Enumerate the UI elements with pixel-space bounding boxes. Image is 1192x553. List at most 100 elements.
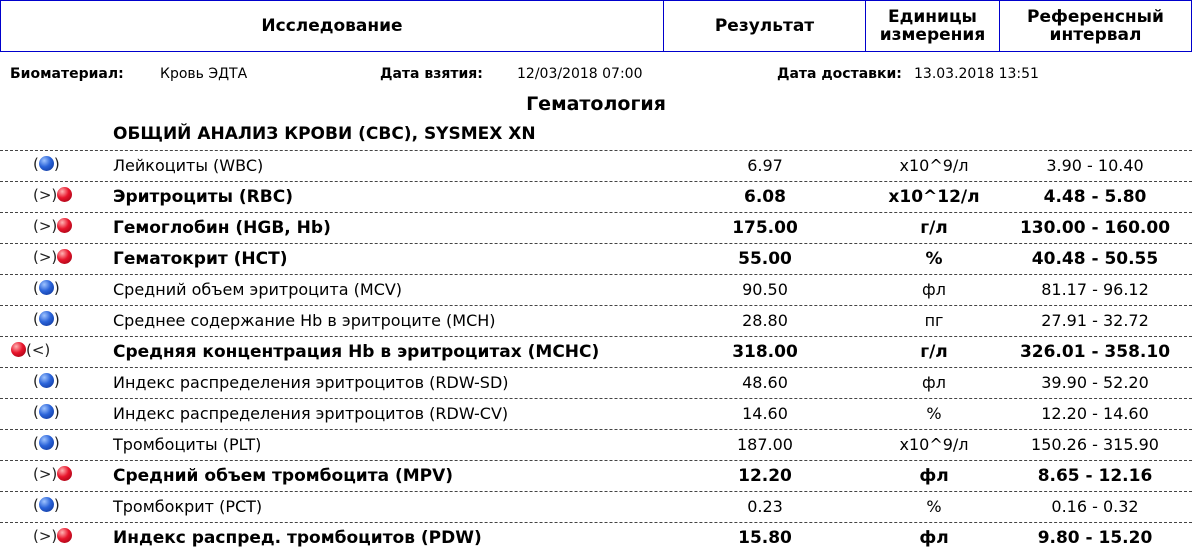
unit-value: г/л	[920, 218, 948, 238]
flag-indicator: ()	[33, 310, 109, 332]
analyte-name: Средняя концентрация Hb в эритроцитах (M…	[113, 342, 600, 362]
table-row: (>) Гемоглобин (HGB, Hb) 175.00 г/л 130.00 -…	[0, 212, 1192, 243]
unit-value: %	[926, 497, 942, 516]
biomaterial-label: Биоматериал:	[10, 66, 124, 82]
flag-marker: )	[53, 310, 60, 328]
reference-range: 326.01 - 358.10	[1019, 342, 1171, 362]
unit-value: фл	[919, 528, 949, 548]
result-value: 187.00	[737, 435, 793, 454]
table-row: () Индекс распределения эритроцитов (RDW-…	[0, 398, 1192, 429]
flag-marker: (	[33, 155, 39, 173]
reference-range: 12.20 - 14.60	[1041, 404, 1149, 423]
reference-range: 150.26 - 315.90	[1031, 435, 1159, 454]
unit-value: г/л	[920, 342, 948, 362]
header-units: Единицы измерения	[865, 0, 1000, 52]
unit-value: x10^12/л	[888, 187, 980, 207]
header-result: Результат	[663, 0, 866, 52]
normal-dot-icon	[38, 435, 54, 450]
analyte-name: Гемоглобин (HGB, Hb)	[113, 218, 331, 238]
unit-value: фл	[919, 466, 949, 486]
header-reference: Референсный интервал	[999, 0, 1192, 52]
reference-range: 3.90 - 10.40	[1046, 156, 1144, 175]
unit-value: фл	[922, 373, 946, 392]
result-value: 48.60	[742, 373, 788, 392]
analyte-name: Эритроциты (RBC)	[113, 187, 293, 207]
table-row: () Среднее содержание Hb в эритроците (MC…	[0, 305, 1192, 336]
table-row: (>) Индекс распред. тромбоцитов (PDW) 15.8…	[0, 522, 1192, 553]
table-row: () Тромбокрит (PCT) 0.23% 0.16 - 0.32	[0, 491, 1192, 522]
abnormal-dot-icon	[57, 466, 73, 481]
flag-indicator: (>)	[33, 186, 109, 208]
flag-marker: )	[53, 403, 60, 421]
flag-indicator: ()	[33, 496, 109, 518]
table-row: () Тромбоциты (PLT) 187.00 x10^9/л 150.26 - …	[0, 429, 1192, 460]
unit-value: %	[925, 249, 943, 269]
flag-marker: )	[53, 496, 60, 514]
taken-date-value: 12/03/2018 07:00	[517, 66, 643, 82]
analyte-name: Среднее содержание Hb в эритроците (MCH)	[113, 311, 496, 330]
normal-dot-icon	[38, 311, 54, 326]
abnormal-dot-icon	[57, 249, 73, 264]
reference-range: 130.00 - 160.00	[1019, 218, 1171, 238]
result-value: 55.00	[738, 249, 792, 269]
biomaterial-value: Кровь ЭДТА	[160, 66, 248, 82]
analyte-name: Гематокрит (HCT)	[113, 249, 288, 269]
result-value: 318.00	[732, 342, 798, 362]
flag-indicator: ()	[33, 155, 109, 177]
unit-value: фл	[922, 280, 946, 299]
flag-marker: (>)	[33, 217, 58, 235]
result-value: 12.20	[738, 466, 792, 486]
abnormal-dot-icon	[57, 218, 73, 233]
flag-indicator: (>)	[33, 527, 109, 549]
analyte-name: Индекс распределения эритроцитов (RDW-CV…	[113, 404, 509, 423]
abnormal-dot-icon	[11, 342, 26, 357]
normal-dot-icon	[38, 280, 54, 295]
unit-value: пг	[924, 311, 944, 330]
abnormal-dot-icon	[57, 187, 73, 202]
reference-range: 0.16 - 0.32	[1051, 497, 1139, 516]
flag-marker: (>)	[33, 248, 58, 266]
flag-marker: (	[33, 310, 39, 328]
delivery-date-label: Дата доставки:	[777, 66, 902, 82]
flag-marker: (	[33, 372, 39, 390]
flag-marker: (>)	[33, 527, 58, 545]
flag-marker: )	[53, 279, 60, 297]
panel-title: ОБЩИЙ АНАЛИЗ КРОВИ (CBC), SYSMEX XN	[113, 124, 536, 144]
flag-indicator: (>)	[33, 217, 109, 239]
result-value: 90.50	[742, 280, 788, 299]
section-title: Гематология	[526, 93, 666, 115]
result-value: 28.80	[742, 311, 788, 330]
flag-marker: )	[53, 434, 60, 452]
unit-value: x10^9/л	[899, 435, 969, 454]
flag-indicator: (<)	[11, 341, 87, 363]
reference-range: 4.48 - 5.80	[1043, 187, 1147, 207]
flag-indicator: ()	[33, 403, 109, 425]
result-value: 6.97	[747, 156, 783, 175]
delivery-date-value: 13.03.2018 13:51	[914, 66, 1039, 82]
flag-marker: (<)	[26, 341, 51, 359]
analyte-name: Индекс распределения эритроцитов (RDW-SD…	[113, 373, 509, 392]
reference-range: 39.90 - 52.20	[1041, 373, 1149, 392]
flag-marker: (	[33, 403, 39, 421]
table-row: (>) Средний объем тромбоцита (MPV) 12.20 фл…	[0, 460, 1192, 491]
table-row: (>) Эритроциты (RBC) 6.08 x10^12/л 4.48 - 5.…	[0, 181, 1192, 212]
flag-marker: )	[53, 372, 60, 390]
flag-marker: (	[33, 279, 39, 297]
reference-range: 8.65 - 12.16	[1037, 466, 1153, 486]
abnormal-dot-icon	[57, 528, 73, 543]
result-value: 0.23	[747, 497, 783, 516]
analyte-name: Тромбокрит (PCT)	[113, 497, 263, 516]
result-value: 175.00	[732, 218, 798, 238]
unit-value: %	[926, 404, 942, 423]
table-row: (>) Гематокрит (HCT) 55.00% 40.48 - 50.55	[0, 243, 1192, 274]
flag-indicator: (>)	[33, 465, 109, 487]
normal-dot-icon	[38, 404, 54, 419]
reference-range: 9.80 - 15.20	[1037, 528, 1153, 548]
taken-date-label: Дата взятия:	[380, 66, 483, 82]
flag-marker: (>)	[33, 465, 58, 483]
reference-range: 81.17 - 96.12	[1041, 280, 1149, 299]
normal-dot-icon	[38, 497, 54, 512]
unit-value: x10^9/л	[899, 156, 969, 175]
table-row: () Лейкоциты (WBC) 6.97 x10^9/л 3.90 - 10.40	[0, 150, 1192, 181]
header-study: Исследование	[0, 0, 664, 52]
